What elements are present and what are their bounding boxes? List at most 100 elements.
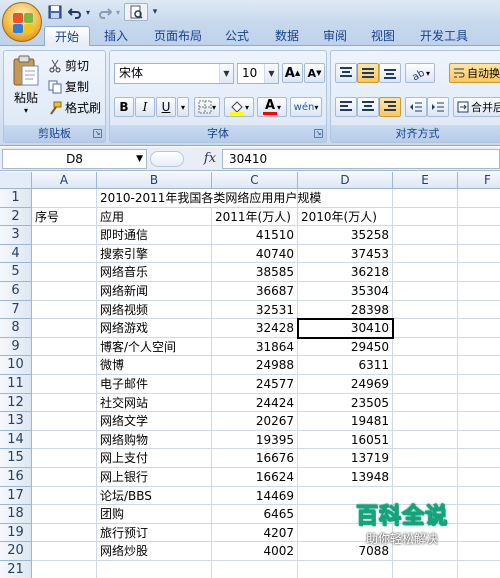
row-header[interactable]: 17 [0, 486, 32, 506]
undo-dropdown-icon[interactable]: ▾ [84, 3, 92, 21]
cell-d21[interactable] [298, 561, 393, 578]
align-left-button[interactable] [335, 97, 357, 117]
cell-e9[interactable] [393, 337, 458, 357]
row-header[interactable]: 21 [0, 561, 32, 578]
formula-bar-resize-handle[interactable] [150, 151, 184, 167]
cell-a3[interactable] [32, 226, 97, 245]
cut-button[interactable]: 剪切 [48, 57, 89, 74]
cell-f6[interactable] [458, 282, 500, 301]
cell-e13[interactable] [393, 412, 458, 431]
font-color-button[interactable]: A ▾ [257, 97, 287, 117]
cell-c13[interactable]: 20267 [212, 412, 298, 431]
font-size-select[interactable]: 10 ▼ [237, 63, 279, 84]
align-top-button[interactable] [335, 63, 357, 83]
cell-b18[interactable]: 团购 [97, 505, 212, 524]
cell-b20[interactable]: 网络炒股 [97, 542, 212, 561]
cell-f9[interactable] [458, 338, 500, 357]
wrap-text-button[interactable]: 自动换 [449, 63, 500, 83]
cell-c6[interactable]: 36687 [212, 282, 298, 301]
row-header[interactable]: 19 [0, 523, 32, 543]
cell-d9[interactable]: 29450 [298, 337, 393, 357]
copy-button[interactable]: 复制 [48, 78, 89, 95]
phonetic-guide-button[interactable]: wén ▾ [290, 97, 322, 117]
cell-a11[interactable] [32, 375, 97, 394]
cell-c8[interactable]: 32428 [212, 319, 298, 338]
cell-d5[interactable]: 36218 [298, 263, 393, 282]
column-header-b[interactable]: B [97, 172, 212, 189]
cell-a18[interactable] [32, 505, 97, 524]
cell-b11[interactable]: 电子邮件 [97, 375, 212, 394]
tab-formulas[interactable]: 公式 [218, 26, 256, 46]
cell-a19[interactable] [32, 523, 97, 543]
cell-c18[interactable]: 6465 [212, 505, 298, 524]
align-middle-button[interactable] [357, 63, 379, 83]
cell-d4[interactable]: 37453 [298, 244, 393, 264]
row-header[interactable]: 20 [0, 542, 32, 561]
paste-button[interactable]: 粘贴 ▾ [8, 55, 44, 121]
cell-b13[interactable]: 网络文学 [97, 412, 212, 431]
align-center-button[interactable] [357, 97, 379, 117]
cell-e1[interactable] [393, 189, 458, 208]
cell-a10[interactable] [32, 356, 97, 375]
tab-review[interactable]: 审阅 [316, 26, 354, 46]
paste-dropdown-icon[interactable]: ▾ [24, 106, 28, 115]
row-header[interactable]: 10 [0, 356, 32, 375]
office-button[interactable] [2, 2, 42, 42]
cell-f20[interactable] [458, 542, 500, 561]
cell-e4[interactable] [393, 244, 458, 264]
bold-button[interactable]: B [114, 97, 134, 117]
cell-f3[interactable] [458, 226, 500, 245]
cell-c14[interactable]: 19395 [212, 430, 298, 450]
cell-b3[interactable]: 即时通信 [97, 226, 212, 245]
tab-home[interactable]: 开始 [44, 26, 90, 46]
cell-a5[interactable] [32, 263, 97, 282]
cell-f2[interactable] [458, 208, 500, 227]
cell-f12[interactable] [458, 394, 500, 413]
redo-icon[interactable] [96, 3, 114, 21]
cell-a9[interactable] [32, 337, 97, 357]
cell-a2[interactable]: 序号 [32, 207, 97, 227]
select-all-corner[interactable] [0, 172, 32, 189]
cell-a15[interactable] [32, 449, 97, 468]
save-icon[interactable] [46, 3, 64, 21]
cell-c20[interactable]: 4002 [212, 542, 298, 561]
cell-a7[interactable] [32, 300, 97, 320]
cell-f16[interactable] [458, 468, 500, 487]
cell-c12[interactable]: 24424 [212, 393, 298, 413]
italic-button[interactable]: I [135, 97, 155, 117]
cell-c9[interactable]: 31864 [212, 337, 298, 357]
row-header[interactable]: 12 [0, 393, 32, 413]
cell-b19[interactable]: 旅行预订 [97, 523, 212, 543]
cell-d3[interactable]: 35258 [298, 226, 393, 245]
tab-developer[interactable]: 开发工具 [412, 26, 476, 46]
decrease-indent-button[interactable] [405, 97, 427, 117]
cell-b10[interactable]: 微博 [97, 356, 212, 375]
cell-d14[interactable]: 16051 [298, 430, 393, 450]
cell-b4[interactable]: 搜索引擎 [97, 244, 212, 264]
grow-font-button[interactable]: A ▲ [282, 63, 303, 83]
row-header[interactable]: 2 [0, 207, 32, 227]
row-header[interactable]: 15 [0, 449, 32, 468]
cell-b14[interactable]: 网络购物 [97, 430, 212, 450]
row-header[interactable]: 16 [0, 468, 32, 487]
font-name-select[interactable]: 宋体 ▼ [114, 63, 234, 84]
cell-a13[interactable] [32, 412, 97, 431]
underline-dropdown-icon[interactable]: ▾ [177, 97, 189, 117]
cell-f5[interactable] [458, 263, 500, 282]
increase-indent-button[interactable] [427, 97, 449, 117]
shrink-font-button[interactable]: A ▼ [304, 63, 325, 83]
cell-c19[interactable]: 4207 [212, 523, 298, 543]
cell-f13[interactable] [458, 412, 500, 431]
align-bottom-button[interactable] [379, 63, 401, 83]
cell-f11[interactable] [458, 375, 500, 394]
cell-b5[interactable]: 网络音乐 [97, 263, 212, 282]
cell-e2[interactable] [393, 207, 458, 227]
tab-data[interactable]: 数据 [268, 26, 306, 46]
row-header[interactable]: 3 [0, 226, 32, 245]
cell-c7[interactable]: 32531 [212, 300, 298, 320]
cell-b17[interactable]: 论坛/BBS [97, 486, 212, 506]
row-header[interactable]: 11 [0, 375, 32, 394]
merge-center-button[interactable]: 合并后 [453, 97, 500, 117]
cell-a6[interactable] [32, 282, 97, 301]
cell-d13[interactable]: 19481 [298, 412, 393, 431]
